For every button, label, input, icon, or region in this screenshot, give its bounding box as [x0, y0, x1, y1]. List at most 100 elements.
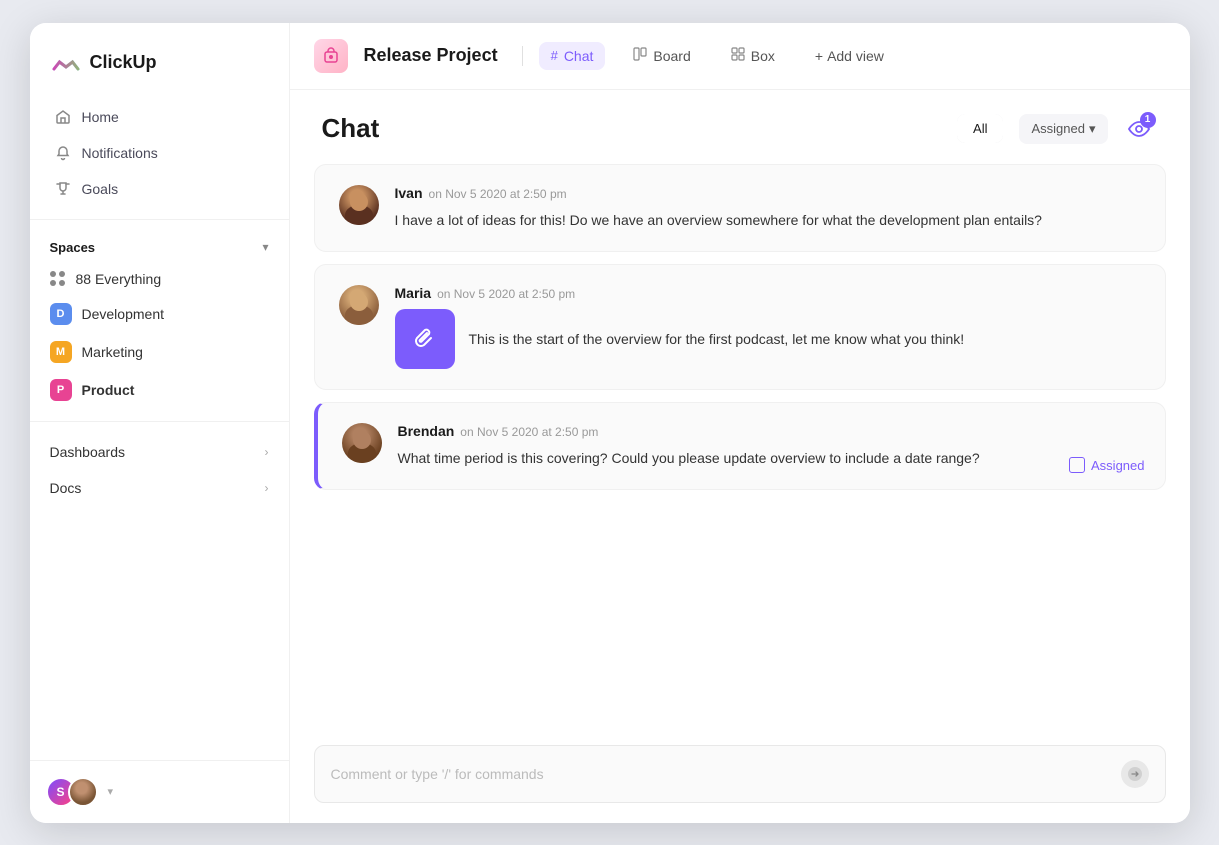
avatar-maria [339, 285, 379, 325]
sidebar-bottom: S ▾ [30, 760, 289, 823]
sidebar-divider-2 [30, 421, 289, 422]
message-meta-brendan: Brendan on Nov 5 2020 at 2:50 pm [398, 423, 1141, 439]
paperclip-icon [411, 325, 439, 353]
message-time-maria: on Nov 5 2020 at 2:50 pm [437, 287, 575, 301]
chat-header: Chat All Assigned ▾ 1 [290, 90, 1190, 164]
project-icon [314, 39, 348, 73]
avatar-group[interactable]: S [46, 777, 98, 807]
tab-box[interactable]: Box [719, 41, 787, 70]
sidebar: ClickUp Home Notifications Goals [30, 23, 290, 823]
tab-chat-label: Chat [564, 48, 594, 64]
tab-chat[interactable]: # Chat [539, 42, 606, 70]
app-name: ClickUp [90, 52, 157, 73]
comment-input-area: Comment or type '/' for commands [290, 729, 1190, 823]
attachment-box: This is the start of the overview for th… [395, 309, 1141, 369]
message-time-ivan: on Nov 5 2020 at 2:50 pm [429, 187, 567, 201]
marketing-badge: M [50, 341, 72, 363]
chat-header-controls: All Assigned ▾ 1 [957, 110, 1157, 148]
message-text-ivan: I have a lot of ideas for this! Do we ha… [395, 209, 1141, 231]
sidebar-item-marketing[interactable]: M Marketing [38, 333, 281, 371]
message-body-brendan: Brendan on Nov 5 2020 at 2:50 pm What ti… [398, 423, 1141, 469]
sidebar-item-home[interactable]: Home [42, 99, 277, 135]
comment-input-box[interactable]: Comment or type '/' for commands [314, 745, 1166, 803]
comment-placeholder: Comment or type '/' for commands [331, 766, 544, 782]
tab-box-label: Box [751, 48, 775, 64]
tab-board-label: Board [653, 48, 690, 64]
sidebar-item-goals[interactable]: Goals [42, 171, 277, 207]
sidebar-item-dashboards[interactable]: Dashboards › [30, 434, 289, 470]
send-button[interactable] [1121, 760, 1149, 788]
sidebar-home-label: Home [82, 109, 119, 125]
message-meta-maria: Maria on Nov 5 2020 at 2:50 pm [395, 285, 1141, 301]
docs-label: Docs [50, 480, 82, 496]
logo[interactable]: ClickUp [30, 23, 289, 99]
user-initial: S [56, 785, 64, 799]
sidebar-goals-label: Goals [82, 181, 119, 197]
tab-board[interactable]: Board [621, 41, 702, 70]
message-author-ivan: Ivan [395, 185, 423, 201]
watch-count-badge: 1 [1140, 112, 1156, 128]
product-badge: P [50, 379, 72, 401]
filter-all-button[interactable]: All [957, 114, 1003, 143]
chat-area: Chat All Assigned ▾ 1 [290, 90, 1190, 823]
dashboards-label: Dashboards [50, 444, 126, 460]
spaces-chevron-icon: ▾ [262, 240, 268, 254]
message-card-brendan: Brendan on Nov 5 2020 at 2:50 pm What ti… [314, 402, 1166, 490]
bell-icon [54, 144, 72, 162]
assigned-label: Assigned [1091, 458, 1144, 473]
trophy-icon [54, 180, 72, 198]
attachment-icon[interactable] [395, 309, 455, 369]
message-meta-ivan: Ivan on Nov 5 2020 at 2:50 pm [395, 185, 1141, 201]
add-view-plus-icon: + [815, 48, 823, 64]
board-icon [633, 47, 647, 64]
message-author-brendan: Brendan [398, 423, 455, 439]
filter-assigned-chevron-icon: ▾ [1089, 121, 1096, 137]
chat-hash-icon: # [551, 48, 558, 63]
sidebar-item-docs[interactable]: Docs › [30, 470, 289, 506]
chat-title: Chat [322, 113, 380, 144]
filter-group: All [957, 114, 1003, 143]
dashboards-chevron-icon: › [265, 445, 269, 459]
avatar-brendan [342, 423, 382, 463]
avatar-ivan [339, 185, 379, 225]
message-author-maria: Maria [395, 285, 432, 301]
clickup-logo-icon [50, 47, 82, 79]
add-view-button[interactable]: + Add view [803, 42, 896, 70]
message-time-brendan: on Nov 5 2020 at 2:50 pm [460, 425, 598, 439]
project-title: Release Project [364, 45, 498, 66]
sidebar-item-notifications[interactable]: Notifications [42, 135, 277, 171]
messages-list: Ivan on Nov 5 2020 at 2:50 pm I have a l… [290, 164, 1190, 729]
app-window: ClickUp Home Notifications Goals [30, 23, 1190, 823]
filter-assigned-label: Assigned [1031, 121, 1084, 136]
topbar-divider [522, 46, 523, 66]
development-label: Development [82, 306, 165, 322]
message-body-maria: Maria on Nov 5 2020 at 2:50 pm This is t… [395, 285, 1141, 369]
sidebar-divider-1 [30, 219, 289, 220]
sidebar-item-product[interactable]: P Product [38, 371, 281, 409]
everything-icon [50, 271, 66, 287]
message-card-maria: Maria on Nov 5 2020 at 2:50 pm This is t… [314, 264, 1166, 390]
docs-chevron-icon: › [265, 481, 269, 495]
sidebar-item-development[interactable]: D Development [38, 295, 281, 333]
sidebar-notifications-label: Notifications [82, 145, 158, 161]
watch-button[interactable]: 1 [1120, 110, 1158, 148]
message-text-brendan: What time period is this covering? Could… [398, 447, 1141, 469]
message-body-ivan: Ivan on Nov 5 2020 at 2:50 pm I have a l… [395, 185, 1141, 231]
development-badge: D [50, 303, 72, 325]
assigned-checkbox[interactable] [1069, 457, 1085, 473]
main-content: Release Project # Chat Board Box + Ad [290, 23, 1190, 823]
home-icon [54, 108, 72, 126]
sidebar-item-everything[interactable]: 88 Everything [38, 263, 281, 295]
message-card-ivan: Ivan on Nov 5 2020 at 2:50 pm I have a l… [314, 164, 1166, 252]
assigned-badge[interactable]: Assigned [1069, 457, 1144, 473]
filter-assigned-button[interactable]: Assigned ▾ [1019, 114, 1107, 144]
send-icon [1127, 766, 1143, 782]
marketing-label: Marketing [82, 344, 143, 360]
avatar-user-j [68, 777, 98, 807]
add-view-label: Add view [827, 48, 884, 64]
user-dropdown-arrow[interactable]: ▾ [108, 785, 114, 798]
everything-label: 88 Everything [76, 271, 162, 287]
spaces-header[interactable]: Spaces ▾ [30, 232, 289, 263]
message-text-maria: This is the start of the overview for th… [469, 328, 965, 350]
topbar: Release Project # Chat Board Box + Ad [290, 23, 1190, 90]
